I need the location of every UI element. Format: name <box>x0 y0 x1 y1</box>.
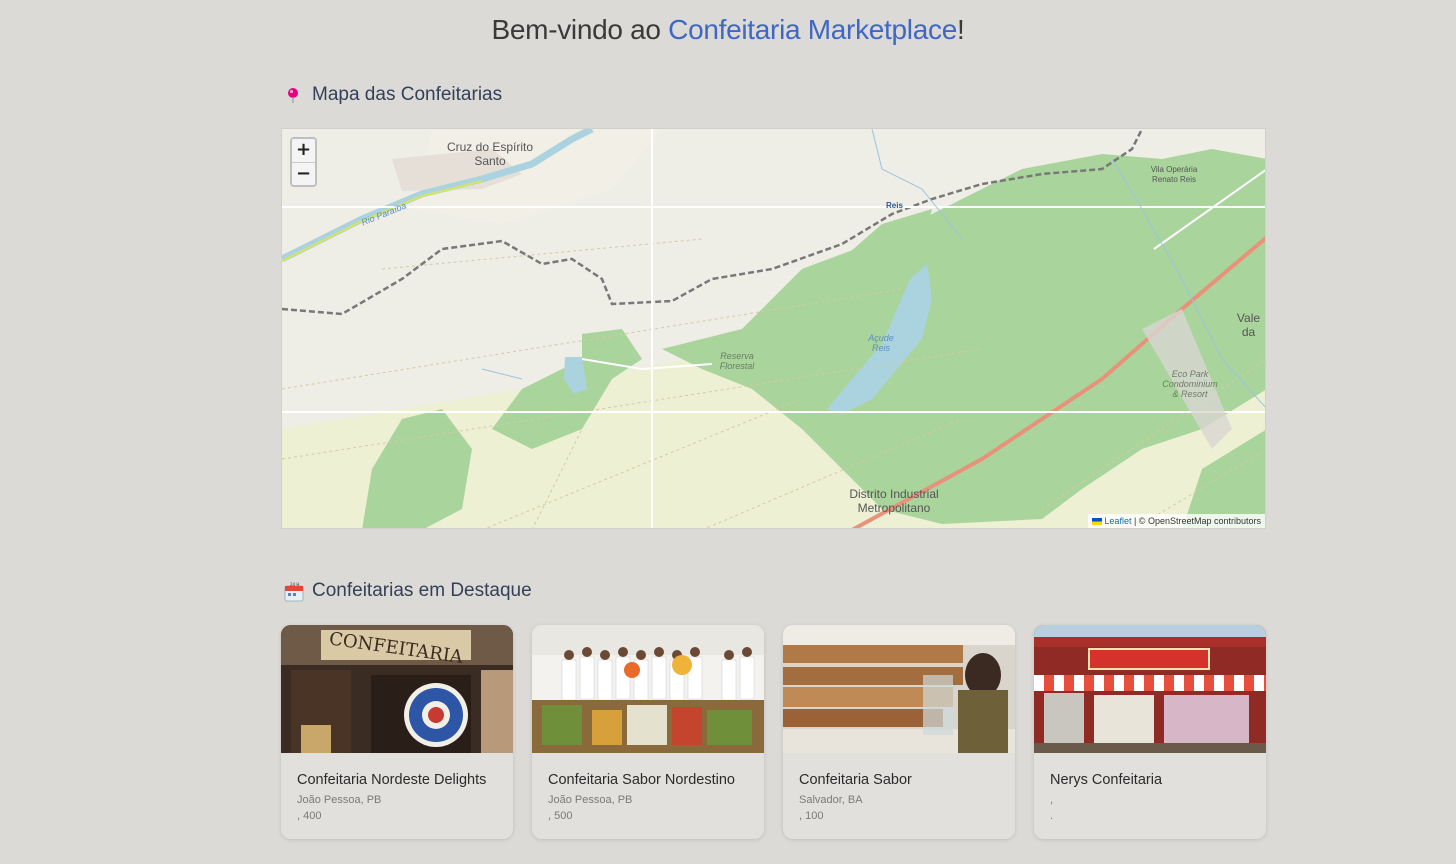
shop-meta: . <box>1050 810 1054 822</box>
shop-meta: , 400 <box>297 810 322 822</box>
map-attribution: Leaflet | © OpenStreetMap contributors <box>1088 514 1265 528</box>
shop-card[interactable]: Confeitaria Sabor Nordestino João Pessoa… <box>532 625 764 839</box>
ukraine-flag-icon <box>1092 518 1103 525</box>
osm-link[interactable]: OpenStreetMap contributors <box>1148 516 1261 526</box>
festa-junina-table-photo <box>532 625 764 753</box>
zoom-in-button[interactable]: + <box>292 139 315 162</box>
map-label-distrito: Distrito Industrial Metropolitano <box>849 487 939 515</box>
shop-card[interactable]: Nerys Confeitaria , . <box>1034 625 1266 839</box>
map-tiles[interactable] <box>282 129 1266 529</box>
map-label-acude: Açude Reis <box>868 333 894 353</box>
page-title: Bem-vindo ao Confeitaria Marketplace! <box>0 14 1456 46</box>
shop-meta: , 500 <box>548 810 573 822</box>
confeitaria-colombo-photo: CONFEITARIA <box>281 625 513 753</box>
featured-cards: CONFEITARIA Confeitaria Nordeste Delight… <box>281 625 1266 839</box>
title-prefix: Bem-vindo ao <box>491 14 669 45</box>
featured-section-title: Confeitarias em Destaque <box>312 580 532 601</box>
zoom-control: + − <box>290 137 317 187</box>
calendar-24h-icon: 24 H <box>284 582 304 602</box>
map-label-reserva: Reserva Florestal <box>719 351 755 371</box>
map[interactable]: Cruz do Espírito Santo Rio Paraíba Vila … <box>281 128 1266 529</box>
shop-city: Salvador, BA <box>799 794 863 806</box>
shop-name: Confeitaria Nordeste Delights <box>297 772 487 788</box>
leaflet-link[interactable]: Leaflet <box>1104 516 1131 526</box>
map-label-eco: Eco Park Condominium & Resort <box>1162 369 1218 399</box>
shop-name: Confeitaria Sabor <box>799 772 912 788</box>
title-brand: Confeitaria Marketplace <box>668 14 957 45</box>
zoom-out-button[interactable]: − <box>292 162 315 185</box>
shop-city: João Pessoa, PB <box>548 794 633 806</box>
shop-name: Nerys Confeitaria <box>1050 772 1163 788</box>
shop-name: Confeitaria Sabor Nordestino <box>548 772 735 788</box>
pin-icon <box>284 86 302 104</box>
title-suffix: ! <box>956 14 965 45</box>
map-label-vila: Vila Operária Renato Reis <box>1150 165 1198 184</box>
shop-meta: , 100 <box>799 810 824 822</box>
bake-shop-storefront-photo <box>1034 625 1266 753</box>
shop-city: , <box>1050 794 1054 806</box>
attribution-separator: | © <box>1131 516 1148 526</box>
shop-card[interactable]: Confeitaria Sabor Salvador, BA , 100 <box>783 625 1015 839</box>
map-section-heading: Mapa das Confeitarias <box>284 84 502 106</box>
map-label-reis: Reis <box>886 201 903 210</box>
map-label-town: Cruz do Espírito Santo <box>446 140 534 168</box>
map-section-title: Mapa das Confeitarias <box>312 84 503 105</box>
svg-text:24 H: 24 H <box>290 582 299 587</box>
bakery-counter-photo <box>783 625 1015 753</box>
featured-section-heading: 24 H Confeitarias em Destaque <box>284 580 532 602</box>
shop-card[interactable]: CONFEITARIA Confeitaria Nordeste Delight… <box>281 625 513 839</box>
shop-city: João Pessoa, PB <box>297 794 382 806</box>
map-label-vale: Vale da <box>1236 311 1261 339</box>
